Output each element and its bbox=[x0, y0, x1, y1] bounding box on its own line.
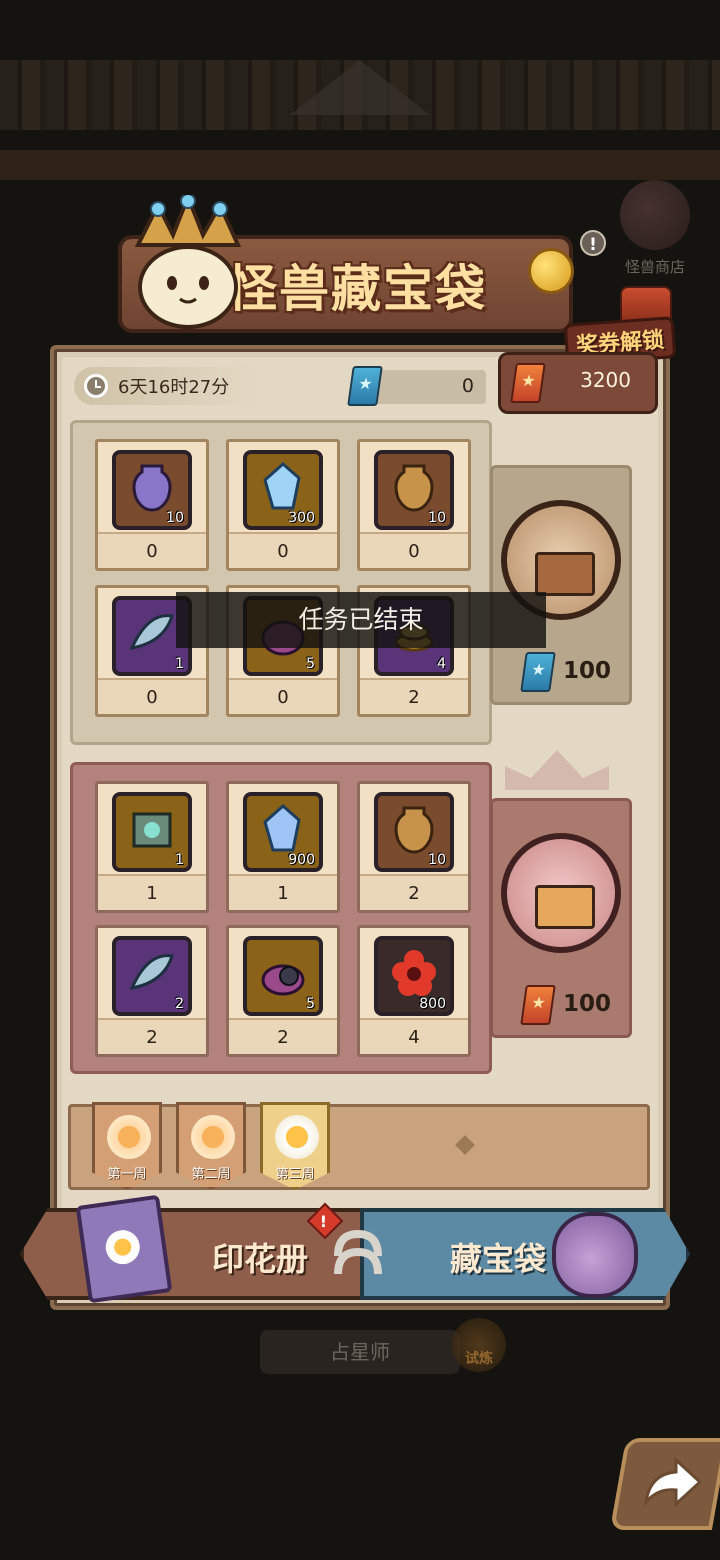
treasure-chest-icon bbox=[535, 885, 595, 929]
item-quantity: 5 bbox=[306, 656, 315, 672]
monster-shop-button[interactable]: 怪兽商店 bbox=[600, 180, 710, 300]
red-ticket-icon bbox=[510, 363, 546, 403]
reward-card[interactable]: 10 2 bbox=[357, 781, 471, 913]
reward-card[interactable]: 800 4 bbox=[357, 925, 471, 1057]
mascot-icon bbox=[134, 195, 242, 329]
item-count: 1 bbox=[277, 883, 289, 904]
cost-value: 100 bbox=[563, 658, 612, 684]
item-count: 1 bbox=[146, 883, 158, 904]
bronze-vase-icon: 10 bbox=[374, 450, 454, 530]
cost-value: 100 bbox=[563, 991, 612, 1017]
item-quantity: 300 bbox=[288, 510, 315, 526]
item-count: 0 bbox=[277, 541, 289, 562]
feather-fish-icon: 2 bbox=[112, 936, 192, 1016]
item-quantity: 2 bbox=[175, 996, 184, 1012]
reward-card[interactable]: 2 2 bbox=[95, 925, 209, 1057]
premium-draw-button[interactable]: 100 bbox=[490, 798, 632, 1038]
shop-icon bbox=[620, 180, 690, 250]
premium-draw-cost: 100 bbox=[493, 985, 629, 1025]
item-quantity: 900 bbox=[288, 852, 315, 868]
red-ticket-counter[interactable]: 3200 bbox=[498, 352, 658, 414]
scroll-up-arrow-icon bbox=[290, 60, 430, 115]
astrologer-label: 占星师 bbox=[260, 1330, 460, 1374]
item-quantity: 5 bbox=[306, 996, 315, 1012]
wooden-beam bbox=[0, 150, 720, 180]
tab-treasure-bag[interactable]: 藏宝袋 bbox=[360, 1208, 690, 1300]
item-quantity: 1 bbox=[175, 852, 184, 868]
forward-arrow-icon bbox=[643, 1456, 703, 1508]
item-count: 0 bbox=[277, 687, 289, 708]
premium-reward-pool: 1 1 900 1 10 2 2 2 5 2 800 4 bbox=[70, 762, 492, 1074]
reward-card[interactable]: 1 1 bbox=[95, 781, 209, 913]
timer-text: 6天16时27分 bbox=[118, 377, 230, 398]
normal-draw-button[interactable]: 100 bbox=[490, 465, 632, 705]
reward-card[interactable]: 300 0 bbox=[226, 439, 340, 571]
next-button[interactable] bbox=[609, 1438, 720, 1530]
flower-stamp-icon bbox=[191, 1115, 235, 1159]
info-icon[interactable]: ! bbox=[580, 230, 606, 256]
flower-stamp-icon bbox=[275, 1115, 319, 1159]
red-ticket-count: 3200 bbox=[580, 368, 631, 392]
blue-crystal-icon: 300 bbox=[243, 450, 323, 530]
blue-ticket-icon bbox=[347, 366, 383, 406]
item-count: 4 bbox=[408, 1027, 420, 1048]
gold-coins-icon bbox=[528, 248, 574, 294]
swap-icon bbox=[334, 1229, 382, 1275]
treasure-bag-label: 藏宝袋 bbox=[450, 1240, 547, 1278]
flower-stamp-icon bbox=[107, 1115, 151, 1159]
item-count: 2 bbox=[408, 687, 420, 708]
magic-book-icon: 1 bbox=[112, 792, 192, 872]
item-quantity: 10 bbox=[166, 510, 184, 526]
reward-card[interactable]: 10 0 bbox=[95, 439, 209, 571]
tab-week-2[interactable]: 第二周 bbox=[176, 1102, 246, 1190]
item-quantity: 10 bbox=[428, 510, 446, 526]
treasure-bag-icon bbox=[552, 1212, 638, 1298]
item-quantity: 1 bbox=[175, 656, 184, 672]
trial-button[interactable]: 试炼 bbox=[452, 1318, 506, 1372]
page-title: 怪兽藏宝袋 bbox=[227, 259, 487, 318]
tab-week-1[interactable]: 第一周 bbox=[92, 1102, 162, 1190]
item-count: 0 bbox=[408, 541, 420, 562]
item-count: 0 bbox=[146, 541, 158, 562]
reward-card[interactable]: 10 0 bbox=[357, 439, 471, 571]
cat-bag-icon: 5 bbox=[243, 936, 323, 1016]
item-count: 2 bbox=[408, 883, 420, 904]
normal-draw-cost: 100 bbox=[493, 652, 629, 692]
premium-chest-frame bbox=[501, 833, 621, 953]
treasure-chest-icon bbox=[535, 552, 595, 596]
bronze-vase-icon: 10 bbox=[374, 792, 454, 872]
shop-label: 怪兽商店 bbox=[624, 258, 685, 276]
toast-message: 任务已结束 bbox=[176, 592, 546, 648]
red-flower-icon: 800 bbox=[374, 936, 454, 1016]
red-ticket-icon bbox=[520, 985, 556, 1025]
stamp-book-icon bbox=[75, 1194, 173, 1304]
blue-ticket-icon bbox=[520, 652, 556, 692]
item-quantity: 4 bbox=[437, 656, 446, 672]
item-quantity: 800 bbox=[419, 996, 446, 1012]
item-count: 2 bbox=[277, 1027, 289, 1048]
tab-week-3[interactable]: 第三周 bbox=[260, 1102, 330, 1190]
trial-label: 试炼 bbox=[465, 1351, 493, 1367]
item-count: 2 bbox=[146, 1027, 158, 1048]
normal-reward-pool: 10 0 300 0 10 0 1 0 5 0 4 2 bbox=[70, 420, 492, 745]
reward-card[interactable]: 5 2 bbox=[226, 925, 340, 1057]
purple-vase-icon: 10 bbox=[112, 450, 192, 530]
reward-card[interactable]: 900 1 bbox=[226, 781, 340, 913]
blue-crystal-icon: 900 bbox=[243, 792, 323, 872]
blue-ticket-count: 0 bbox=[461, 375, 474, 397]
event-timer: 6天16时27分 bbox=[74, 367, 264, 405]
stamp-book-label: 印花册 bbox=[212, 1240, 309, 1278]
item-count: 0 bbox=[146, 687, 158, 708]
item-quantity: 10 bbox=[428, 852, 446, 868]
clock-icon bbox=[84, 374, 108, 398]
